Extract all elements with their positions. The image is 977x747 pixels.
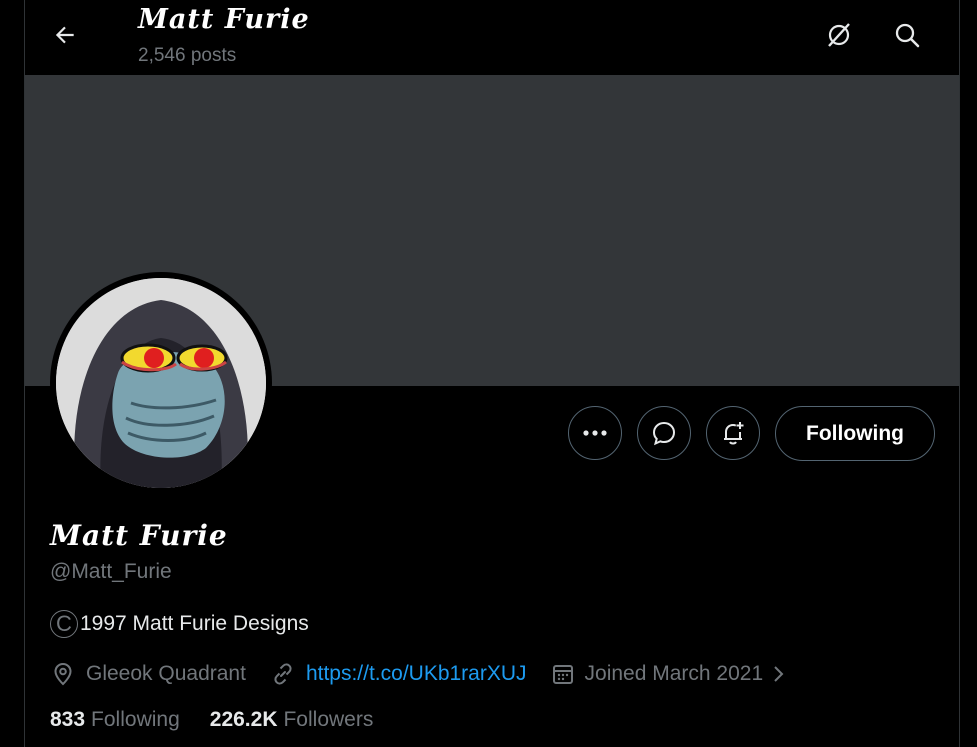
following-button[interactable]: Following bbox=[775, 406, 935, 461]
header-posts-count: 2,546 posts bbox=[138, 45, 237, 66]
website-link[interactable]: https://t.co/UKb1rarXUJ bbox=[306, 662, 527, 686]
followers-count: 226.2K bbox=[209, 708, 278, 731]
message-button[interactable] bbox=[637, 406, 691, 460]
calendar-icon bbox=[552, 665, 573, 684]
profile-stats: 833 Following 226.2K Followers bbox=[50, 708, 403, 732]
website-item: https://t.co/UKb1rarXUJ bbox=[270, 661, 527, 687]
profile-display-name: Matt Furie bbox=[50, 519, 228, 552]
back-button[interactable] bbox=[44, 14, 86, 56]
followers-label: Followers bbox=[283, 708, 374, 731]
profile-handle: @Matt_Furie bbox=[50, 560, 172, 583]
copyright-symbol: C bbox=[50, 610, 78, 638]
column-border-right bbox=[959, 0, 960, 747]
joined-text: Joined March 2021 bbox=[584, 662, 764, 685]
profile-bio: C 1997 Matt Furie Designs bbox=[50, 610, 309, 638]
message-icon bbox=[652, 421, 676, 446]
followers-stat[interactable]: 226.2K Followers bbox=[210, 708, 374, 732]
avatar-illustration bbox=[56, 278, 266, 488]
profile-page: Matt Furie 2,546 posts Following Matt Fu… bbox=[0, 0, 977, 747]
notifications-button[interactable] bbox=[706, 406, 760, 460]
location-text: Gleeok Quadrant bbox=[86, 662, 246, 685]
profile-meta: Gleeok Quadrant https://t.co/UKb1rarXUJ … bbox=[50, 658, 821, 690]
following-label: Following bbox=[91, 708, 180, 731]
bell-plus-icon bbox=[724, 422, 744, 445]
link-icon bbox=[274, 663, 292, 685]
back-arrow-icon bbox=[55, 26, 74, 44]
avatar[interactable] bbox=[56, 278, 266, 488]
ellipsis-icon bbox=[583, 430, 607, 436]
chevron-right-icon bbox=[774, 666, 784, 682]
bio-text: 1997 Matt Furie Designs bbox=[80, 612, 309, 635]
location-pin-icon bbox=[54, 662, 72, 686]
search-icon bbox=[895, 23, 920, 48]
header-display-name: Matt Furie bbox=[138, 4, 310, 35]
following-count: 833 bbox=[50, 708, 86, 731]
search-button[interactable] bbox=[885, 13, 929, 57]
more-options-button[interactable] bbox=[568, 406, 622, 460]
grok-button[interactable] bbox=[817, 13, 861, 57]
location-item: Gleeok Quadrant bbox=[50, 661, 246, 687]
following-stat[interactable]: 833 Following bbox=[50, 708, 180, 732]
joined-item[interactable]: Joined March 2021 bbox=[551, 662, 798, 686]
grok-icon bbox=[828, 23, 850, 47]
